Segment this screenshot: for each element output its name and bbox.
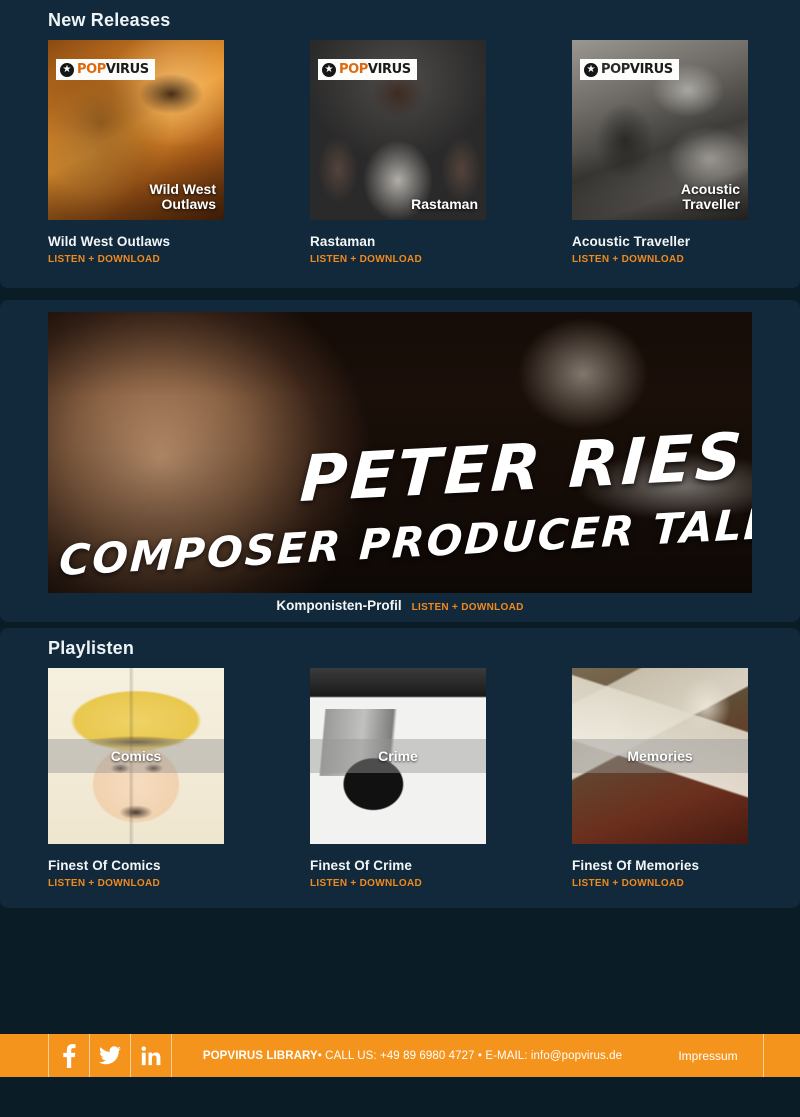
- playlist-artwork[interactable]: Comics: [48, 668, 224, 844]
- listen-download-link[interactable]: LISTEN + DOWNLOAD: [310, 878, 486, 889]
- playlist-card-finest-of-memories[interactable]: Memories Finest Of Memories LISTEN + DOW…: [572, 668, 748, 889]
- footer-contact: POPVIRUS LIBRARY • CALL US: +49 89 6980 …: [172, 1034, 653, 1077]
- playlists-grid: Comics Finest Of Comics LISTEN + DOWNLOA…: [48, 668, 752, 898]
- release-artwork[interactable]: ★ POPVIRUS Rastaman: [310, 40, 486, 220]
- footer-left-spacer: [0, 1034, 48, 1077]
- feature-caption-row: Komponisten-Profil LISTEN + DOWNLOAD: [0, 598, 800, 613]
- badge-virus-text: VIRUS: [105, 62, 149, 77]
- release-artwork[interactable]: ★ POPVIRUS Acoustic Traveller: [572, 40, 748, 220]
- release-card-wild-west-outlaws[interactable]: ★ POPVIRUS Wild West Outlaws Wild West O…: [48, 40, 224, 265]
- release-title: Rastaman: [310, 234, 376, 249]
- popvirus-badge: ★ POPVIRUS: [580, 59, 679, 80]
- twitter-icon: [99, 1046, 121, 1065]
- playlist-card-finest-of-comics[interactable]: Comics Finest Of Comics LISTEN + DOWNLOA…: [48, 668, 224, 889]
- feature-caption: Komponisten-Profil: [276, 598, 402, 613]
- feature-banner[interactable]: PETER RIES COMPOSER PRODUCER TALENT: [48, 312, 752, 593]
- popvirus-badge: ★ POPVIRUS: [318, 59, 417, 80]
- listen-download-link[interactable]: LISTEN + DOWNLOAD: [48, 878, 224, 889]
- listen-download-link[interactable]: LISTEN + DOWNLOAD: [572, 254, 748, 265]
- playlist-overlay-label: Comics: [48, 739, 224, 773]
- facebook-icon: [62, 1043, 75, 1068]
- playlist-title: Finest Of Memories: [572, 858, 700, 873]
- popvirus-badge: ★ POPVIRUS: [56, 59, 155, 80]
- playlist-title: Finest Of Comics: [48, 858, 161, 873]
- badge-pop-text: POP: [339, 62, 368, 77]
- badge-virus-text: VIRUS: [629, 62, 673, 77]
- twitter-link[interactable]: [90, 1034, 130, 1077]
- new-releases-grid: ★ POPVIRUS Wild West Outlaws Wild West O…: [48, 40, 752, 270]
- footer-contact-details: • CALL US: +49 89 6980 4727 • E-MAIL: in…: [317, 1049, 623, 1062]
- playlists-heading: Playlisten: [48, 638, 135, 658]
- badge-pop-text: POP: [601, 62, 630, 77]
- star-icon: ★: [60, 62, 74, 77]
- badge-pop-text: POP: [77, 62, 106, 77]
- playlist-title: Finest Of Crime: [310, 858, 413, 873]
- artwork-caption: Acoustic Traveller: [680, 180, 740, 212]
- feature-listen-download-link[interactable]: LISTEN + DOWNLOAD: [412, 602, 524, 613]
- artwork-caption: Wild West Outlaws: [149, 180, 216, 212]
- site-footer: POPVIRUS LIBRARY • CALL US: +49 89 6980 …: [0, 1034, 800, 1077]
- listen-download-link[interactable]: LISTEN + DOWNLOAD: [48, 254, 224, 265]
- footer-brand: POPVIRUS LIBRARY: [202, 1049, 318, 1062]
- artwork-caption-line2: Traveller: [682, 195, 740, 212]
- playlist-artwork[interactable]: Memories: [572, 668, 748, 844]
- linkedin-icon: [141, 1045, 161, 1065]
- footer-right-spacer: [764, 1034, 800, 1077]
- listen-download-link[interactable]: LISTEN + DOWNLOAD: [310, 254, 486, 265]
- new-releases-heading: New Releases: [48, 10, 171, 30]
- artwork-caption-line1: Wild West: [149, 180, 216, 197]
- playlist-overlay-label: Crime: [310, 739, 486, 773]
- facebook-link[interactable]: [49, 1034, 89, 1077]
- release-title: Wild West Outlaws: [48, 234, 171, 249]
- artwork-caption: Rastaman: [411, 195, 478, 212]
- star-icon: ★: [322, 62, 336, 77]
- playlist-overlay-label: Memories: [572, 739, 748, 773]
- release-card-acoustic-traveller[interactable]: ★ POPVIRUS Acoustic Traveller Acoustic T…: [572, 40, 748, 265]
- artwork-caption-line1: Acoustic: [680, 180, 740, 197]
- artwork-caption-line1: Rastaman: [411, 195, 478, 212]
- playlist-card-finest-of-crime[interactable]: Crime Finest Of Crime LISTEN + DOWNLOAD: [310, 668, 486, 889]
- release-title: Acoustic Traveller: [572, 234, 691, 249]
- playlist-artwork[interactable]: Crime: [310, 668, 486, 844]
- release-card-rastaman[interactable]: ★ POPVIRUS Rastaman Rastaman LISTEN + DO…: [310, 40, 486, 265]
- impressum-link[interactable]: Impressum: [653, 1034, 763, 1077]
- artwork-caption-line2: Outlaws: [161, 195, 216, 212]
- release-artwork[interactable]: ★ POPVIRUS Wild West Outlaws: [48, 40, 224, 220]
- listen-download-link[interactable]: LISTEN + DOWNLOAD: [572, 878, 748, 889]
- page-root: New Releases ★ POPVIRUS Wild West Outlaw…: [0, 0, 800, 1117]
- badge-virus-text: VIRUS: [367, 62, 411, 77]
- star-icon: ★: [584, 62, 598, 77]
- linkedin-link[interactable]: [131, 1034, 171, 1077]
